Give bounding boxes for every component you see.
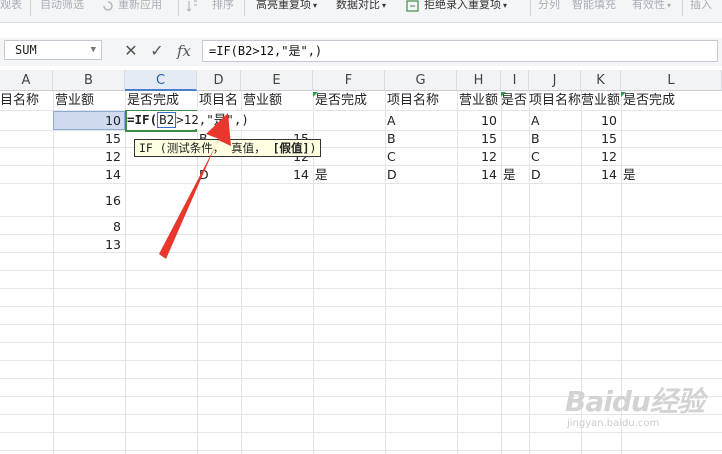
watermark-url: jingyan.baidu.com <box>567 418 660 429</box>
baidu-watermark: Baidu经验 jingyan.baidu.com <box>555 380 705 440</box>
watermark-logo-text: Baidu经验 <box>565 385 705 418</box>
